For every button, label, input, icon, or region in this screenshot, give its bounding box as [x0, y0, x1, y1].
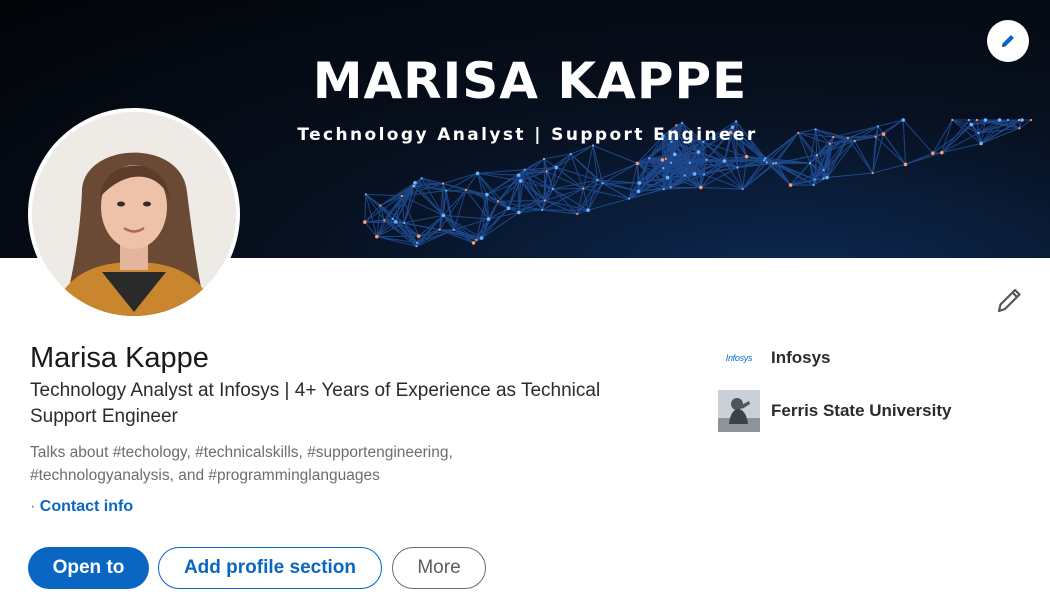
infosys-logo: Infosys — [718, 337, 760, 379]
open-to-button[interactable]: Open to — [28, 547, 149, 589]
profile-name: Marisa Kappe — [30, 342, 209, 374]
infosys-logo-text: Infosys — [725, 353, 753, 363]
profile-photo[interactable] — [28, 108, 240, 320]
education-ferris-state[interactable]: Ferris State University — [718, 390, 951, 432]
edit-banner-button[interactable] — [987, 20, 1029, 62]
ferris-state-logo — [718, 390, 760, 432]
edit-intro-button[interactable] — [993, 284, 1025, 316]
contact-separator: · — [30, 498, 36, 515]
statue-icon — [718, 390, 760, 432]
more-button[interactable]: More — [392, 547, 486, 589]
talks-about: Talks about #techology, #technicalskills… — [30, 444, 453, 484]
banner-name: MARISA KAPPE — [312, 52, 748, 110]
company-name: Infosys — [771, 348, 831, 367]
profile-headline: Technology Analyst at Infosys | 4+ Years… — [30, 380, 601, 427]
avatar — [32, 112, 236, 316]
school-name: Ferris State University — [771, 401, 952, 420]
contact-info-row: · Contact info — [30, 498, 133, 516]
person-photo — [32, 112, 236, 316]
contact-info-link[interactable]: Contact info — [40, 498, 133, 515]
pencil-icon — [1002, 35, 1014, 47]
add-profile-section-button[interactable]: Add profile section — [158, 547, 382, 589]
pencil-icon — [997, 288, 1021, 313]
current-company-infosys[interactable]: Infosys Infosys — [718, 337, 831, 379]
